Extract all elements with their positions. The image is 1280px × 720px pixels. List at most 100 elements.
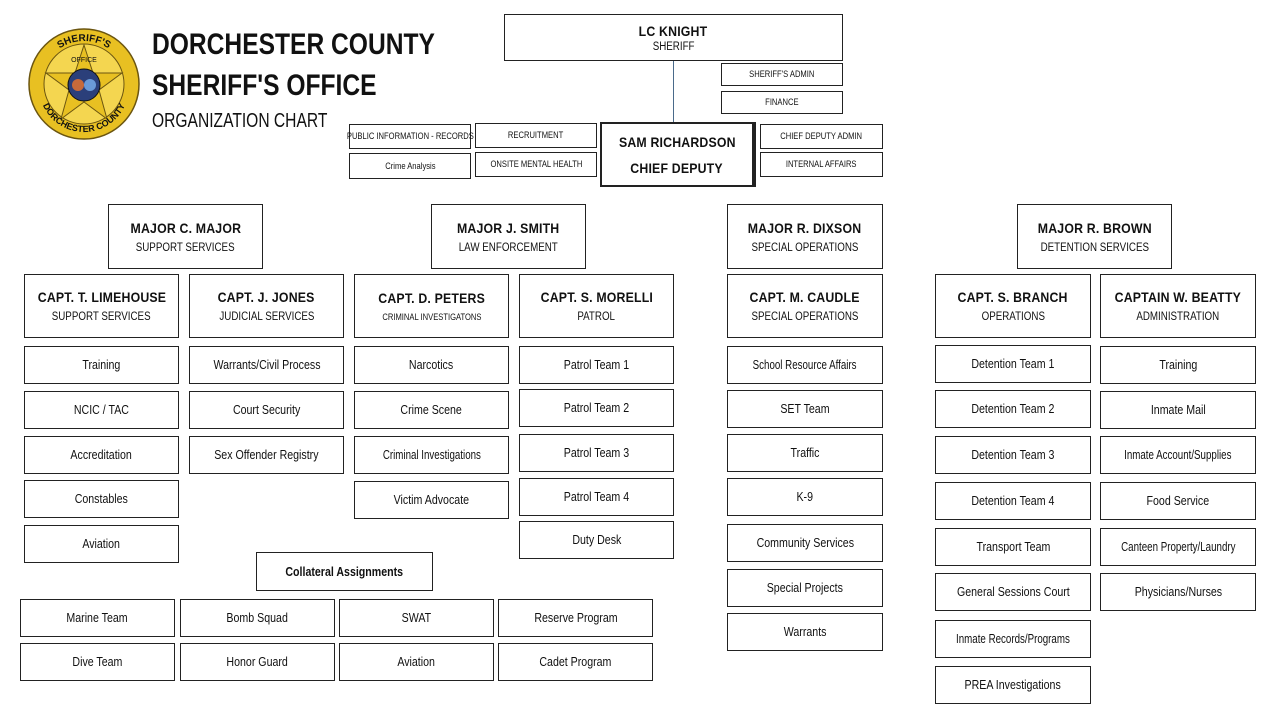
unit-label: Warrants/Civil Process	[212, 358, 321, 372]
chief-staff-label: INTERNAL AFFAIRS	[786, 159, 857, 170]
collateral-item[interactable]: Bomb Squad	[180, 599, 335, 637]
collateral-item[interactable]: Reserve Program	[498, 599, 653, 637]
major-name: MAJOR J. SMITH	[457, 219, 560, 236]
unit-label: Transport Team	[976, 540, 1050, 554]
unit-box[interactable]: Detention Team 4	[935, 482, 1091, 520]
unit-label: Detention Team 3	[971, 448, 1055, 462]
unit-box[interactable]: General Sessions Court	[935, 573, 1091, 611]
collateral-item[interactable]: Cadet Program	[498, 643, 653, 681]
unit-box[interactable]: Constables	[24, 480, 179, 518]
captain-box[interactable]: CAPT. J. JONES JUDICIAL SERVICES	[189, 274, 344, 338]
unit-box[interactable]: Warrants	[727, 613, 883, 651]
major-division: SUPPORT SERVICES	[136, 241, 235, 254]
unit-box[interactable]: Detention Team 2	[935, 390, 1091, 428]
unit-box[interactable]: Physicians/Nurses	[1100, 573, 1256, 611]
chief-staff-box[interactable]: PUBLIC INFORMATION - RECORDS	[347, 124, 473, 149]
unit-box[interactable]: NCIC / TAC	[24, 391, 179, 429]
unit-label: Patrol Team 4	[563, 490, 630, 504]
chief-staff-label: Crime Analysis	[384, 160, 436, 172]
captain-box[interactable]: CAPT. M. CAUDLE SPECIAL OPERATIONS	[727, 274, 883, 338]
unit-box[interactable]: Training	[1100, 346, 1256, 384]
collateral-item[interactable]: Aviation	[339, 643, 494, 681]
chief-staff-box[interactable]: RECRUITMENT	[475, 123, 597, 148]
unit-box[interactable]: Patrol Team 3	[519, 434, 674, 472]
unit-box[interactable]: Food Service	[1100, 482, 1256, 520]
unit-box[interactable]: Canteen Property/Laundry	[1100, 528, 1256, 566]
unit-box[interactable]: Narcotics	[354, 346, 509, 384]
unit-box[interactable]: Patrol Team 2	[519, 389, 674, 427]
unit-label: Canteen Property/Laundry	[1120, 540, 1236, 554]
unit-label: Physicians/Nurses	[1134, 585, 1222, 599]
chief-staff-box[interactable]: ONSITE MENTAL HEALTH	[475, 152, 597, 177]
unit-box[interactable]: Victim Advocate	[354, 481, 509, 519]
unit-box[interactable]: Special Projects	[727, 569, 883, 607]
unit-box[interactable]: Criminal Investigations	[354, 436, 509, 474]
unit-box[interactable]: Patrol Team 1	[519, 346, 674, 384]
unit-box[interactable]: PREA Investigations	[935, 666, 1091, 704]
unit-box[interactable]: Community Services	[727, 524, 883, 562]
captain-box[interactable]: CAPT. S. BRANCH OPERATIONS	[935, 274, 1091, 338]
chief-staff-box[interactable]: CHIEF DEPUTY ADMIN	[760, 124, 883, 149]
collateral-title-box: Collateral Assignments	[256, 552, 433, 591]
unit-box[interactable]: Inmate Mail	[1100, 391, 1256, 429]
unit-label: Traffic	[790, 446, 820, 460]
unit-label: Detention Team 2	[971, 402, 1055, 416]
chief-staff-box[interactable]: INTERNAL AFFAIRS	[760, 152, 883, 177]
unit-box[interactable]: K-9	[727, 478, 883, 516]
sheriff-name: LC KNIGHT	[639, 22, 708, 39]
unit-label: K-9	[796, 490, 814, 504]
major-box[interactable]: MAJOR R. BROWN DETENTION SERVICES	[1017, 204, 1172, 269]
unit-box[interactable]: SET Team	[727, 390, 883, 428]
collateral-item-label: Dive Team	[72, 655, 123, 669]
captain-unit: ADMINISTRATION	[1136, 311, 1220, 323]
captain-name: CAPTAIN W. BEATTY	[1114, 289, 1242, 305]
captain-box[interactable]: CAPT. D. PETERS CRIMINAL INVESTIGATONS	[354, 274, 509, 338]
unit-label: Constables	[74, 492, 129, 506]
unit-label: Accreditation	[70, 448, 133, 462]
captain-box[interactable]: CAPTAIN W. BEATTY ADMINISTRATION	[1100, 274, 1256, 338]
collateral-item[interactable]: Marine Team	[20, 599, 175, 637]
unit-box[interactable]: Sex Offender Registry	[189, 436, 344, 474]
unit-label: Detention Team 1	[971, 357, 1055, 371]
captain-unit: PATROL	[577, 311, 616, 323]
collateral-item[interactable]: SWAT	[339, 599, 494, 637]
unit-label: Training	[82, 358, 121, 372]
unit-box[interactable]: Transport Team	[935, 528, 1091, 566]
sheriff-staff-box[interactable]: FINANCE	[721, 91, 843, 114]
unit-box[interactable]: Inmate Records/Programs	[935, 620, 1091, 658]
sheriff-box[interactable]: LC KNIGHT SHERIFF	[504, 14, 843, 61]
unit-box[interactable]: Duty Desk	[519, 521, 674, 559]
chief-deputy-name: SAM RICHARDSON	[618, 133, 736, 150]
collateral-item[interactable]: Dive Team	[20, 643, 175, 681]
unit-label: Inmate Account/Supplies	[1124, 448, 1232, 462]
unit-box[interactable]: School Resource Affairs	[727, 346, 883, 384]
captain-box[interactable]: CAPT. T. LIMEHOUSE SUPPORT SERVICES	[24, 274, 179, 338]
unit-box[interactable]: Court Security	[189, 391, 344, 429]
sheriff-chief-connector	[673, 61, 674, 123]
unit-box[interactable]: Detention Team 1	[935, 345, 1091, 383]
major-box[interactable]: MAJOR R. DIXSON SPECIAL OPERATIONS	[727, 204, 883, 269]
unit-box[interactable]: Traffic	[727, 434, 883, 472]
unit-label: Patrol Team 1	[563, 358, 630, 372]
major-box[interactable]: MAJOR J. SMITH LAW ENFORCEMENT	[431, 204, 586, 269]
unit-box[interactable]: Aviation	[24, 525, 179, 563]
unit-label: Food Service	[1146, 494, 1210, 508]
sheriff-staff-box[interactable]: SHERIFF'S ADMIN	[721, 63, 843, 86]
captain-name: CAPT. S. MORELLI	[540, 289, 653, 305]
unit-box[interactable]: Detention Team 3	[935, 436, 1091, 474]
collateral-item-label: Marine Team	[66, 611, 129, 625]
major-box[interactable]: MAJOR C. MAJOR SUPPORT SERVICES	[108, 204, 263, 269]
captain-box[interactable]: CAPT. S. MORELLI PATROL	[519, 274, 674, 338]
collateral-item[interactable]: Honor Guard	[180, 643, 335, 681]
unit-box[interactable]: Warrants/Civil Process	[189, 346, 344, 384]
collateral-item-label: Cadet Program	[539, 655, 612, 669]
unit-label: Narcotics	[409, 358, 454, 372]
chief-staff-box[interactable]: Crime Analysis	[349, 153, 471, 179]
unit-label: Victim Advocate	[393, 493, 470, 507]
unit-box[interactable]: Training	[24, 346, 179, 384]
unit-box[interactable]: Patrol Team 4	[519, 478, 674, 516]
unit-box[interactable]: Crime Scene	[354, 391, 509, 429]
unit-box[interactable]: Accreditation	[24, 436, 179, 474]
unit-box[interactable]: Inmate Account/Supplies	[1100, 436, 1256, 474]
chief-deputy-box[interactable]: SAM RICHARDSON CHIEF DEPUTY	[600, 122, 756, 187]
